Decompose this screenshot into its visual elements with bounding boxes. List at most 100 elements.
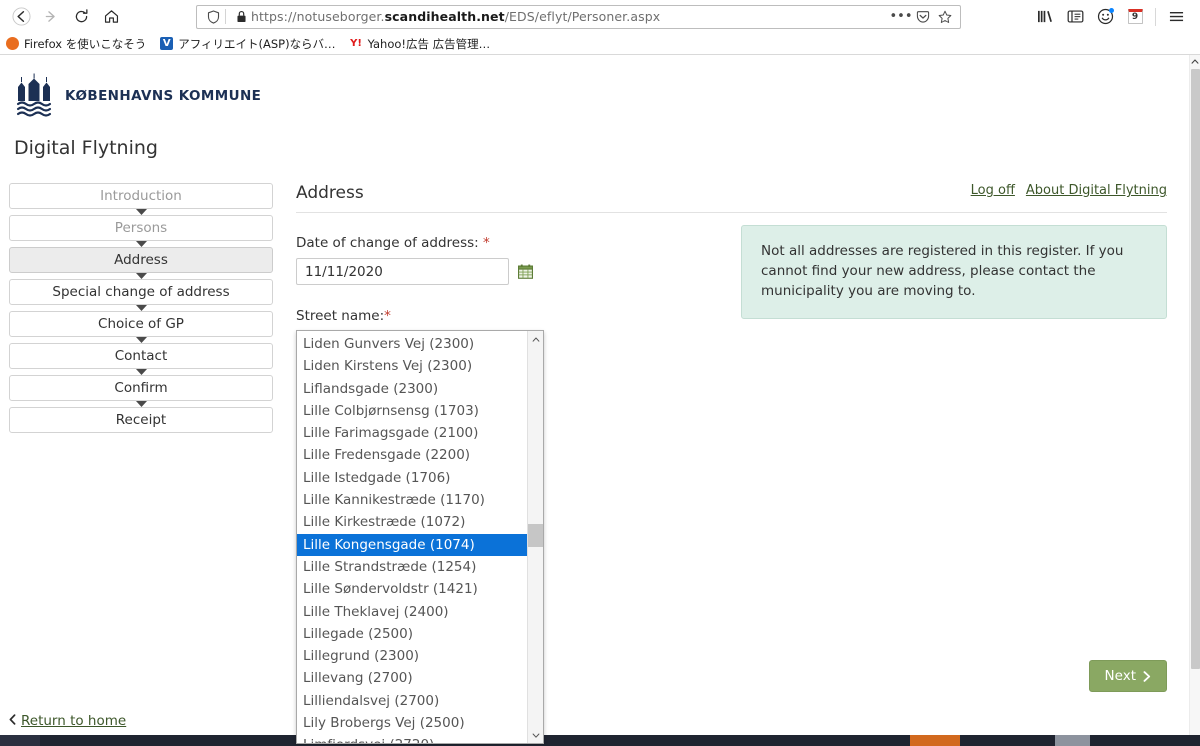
- reload-button[interactable]: [66, 3, 96, 31]
- page-viewport: KØBENHAVNS KOMMUNE Digital Flytning Log …: [0, 55, 1200, 745]
- heading-divider: [296, 212, 1167, 213]
- page-title: Digital Flytning: [14, 137, 158, 159]
- taskbar-clock[interactable]: [1090, 735, 1200, 746]
- step-label: Confirm: [114, 380, 168, 396]
- bookmark-label: Yahoo!広告 広告管理…: [367, 36, 491, 51]
- list-item[interactable]: Lillegade (2500): [297, 623, 527, 645]
- list-item[interactable]: Lille Colbjørnsensg (1703): [297, 400, 527, 422]
- back-button[interactable]: [6, 3, 36, 31]
- app-menu-icon[interactable]: [1162, 3, 1190, 31]
- sidebar-item-special-change-of-address[interactable]: Special change of address: [9, 279, 273, 305]
- bookmark-item-yahoo[interactable]: Y! Yahoo!広告 広告管理…: [350, 36, 491, 52]
- next-button[interactable]: Next: [1088, 660, 1167, 692]
- sidebar-item-choice-of-gp[interactable]: Choice of GP: [9, 311, 273, 337]
- address-bar[interactable]: https://notuseborger.scandihealth.net/ED…: [196, 4, 961, 29]
- bookmark-item-firefox[interactable]: Firefox を使いこなそう: [6, 36, 146, 52]
- step-label: Choice of GP: [98, 316, 184, 332]
- dropdown-scrollbar-thumb[interactable]: [528, 524, 543, 547]
- sidebar-item-persons[interactable]: Persons: [9, 215, 273, 241]
- date-label-text: Date of change of address:: [296, 235, 479, 251]
- street-name-dropdown-list[interactable]: Liden Gunvers Vej (2300) Liden Kirstens …: [296, 330, 544, 744]
- step-label: Introduction: [100, 188, 182, 204]
- yahoo-icon: Y!: [350, 38, 362, 49]
- web-page: KØBENHAVNS KOMMUNE Digital Flytning Log …: [0, 55, 1189, 745]
- list-item[interactable]: Lille Søndervoldstr (1421): [297, 578, 527, 600]
- page-scrollbar[interactable]: [1189, 55, 1200, 745]
- bookmark-item-valuecommerce[interactable]: V アフィリエイト(ASP)ならバ…: [160, 36, 336, 52]
- taskbar-start-button[interactable]: [0, 735, 40, 746]
- info-message-box: Not all addresses are registered in this…: [741, 225, 1167, 319]
- site-header: KØBENHAVNS KOMMUNE Digital Flytning: [0, 55, 1189, 159]
- step-label: Address: [114, 252, 168, 268]
- pocket-icon[interactable]: [912, 7, 934, 27]
- sidebar-item-introduction[interactable]: Introduction: [9, 183, 273, 209]
- chevron-down-icon[interactable]: [528, 727, 543, 743]
- list-item[interactable]: Liden Gunvers Vej (2300): [297, 333, 527, 355]
- list-item[interactable]: Liden Kirstens Vej (2300): [297, 355, 527, 377]
- street-label-text: Street name:: [296, 308, 385, 324]
- section-heading: Address: [296, 183, 364, 203]
- tracking-protection-shield-icon[interactable]: [203, 7, 223, 27]
- list-item[interactable]: Lille Kannikestræde (1170): [297, 489, 527, 511]
- sidebar-item-address[interactable]: Address: [9, 247, 273, 273]
- page-scrollbar-thumb[interactable]: [1191, 69, 1200, 669]
- step-label: Receipt: [115, 412, 167, 428]
- list-item[interactable]: Lille Fredensgade (2200): [297, 444, 527, 466]
- list-item[interactable]: Limfjordsvej (2720): [297, 734, 527, 743]
- next-button-label: Next: [1104, 668, 1136, 684]
- bookmark-label: アフィリエイト(ASP)ならバ…: [178, 36, 336, 51]
- list-item[interactable]: Lille Farimagsgade (2100): [297, 422, 527, 444]
- date-field-row: [296, 258, 720, 285]
- dropdown-scrollbar[interactable]: [527, 331, 543, 743]
- required-marker: *: [384, 308, 391, 324]
- account-icon[interactable]: [1091, 3, 1119, 31]
- url-text: https://notuseborger.scandihealth.net/ED…: [251, 9, 661, 24]
- chevron-left-icon: [9, 714, 16, 728]
- os-taskbar[interactable]: [0, 735, 1200, 746]
- chevron-up-icon[interactable]: [528, 331, 543, 347]
- sidebar-item-contact[interactable]: Contact: [9, 343, 273, 369]
- list-item[interactable]: Liflandsgade (2300): [297, 378, 527, 400]
- bookmarks-toolbar: Firefox を使いこなそう V アフィリエイト(ASP)ならバ… Y! Ya…: [0, 33, 1200, 55]
- bookmark-star-icon[interactable]: [934, 7, 956, 27]
- required-marker: *: [483, 235, 490, 251]
- home-button[interactable]: [96, 3, 126, 31]
- list-item[interactable]: Lille Theklavej (2400): [297, 601, 527, 623]
- calendar-icon[interactable]: [518, 264, 533, 279]
- browser-nav-toolbar: https://notuseborger.scandihealth.net/ED…: [0, 0, 1200, 33]
- taskbar-tray[interactable]: [1055, 735, 1090, 746]
- list-item[interactable]: Lille Strandstræde (1254): [297, 556, 527, 578]
- padlock-icon[interactable]: [231, 7, 251, 27]
- sidebar-icon[interactable]: [1061, 3, 1089, 31]
- return-to-home-link[interactable]: Return to home: [21, 713, 126, 729]
- step-label: Persons: [114, 220, 168, 236]
- firefox-icon: [6, 37, 19, 50]
- taskbar-spacer: [960, 735, 1055, 746]
- list-item[interactable]: Lillevang (2700): [297, 667, 527, 689]
- scroll-up-icon[interactable]: [1190, 55, 1200, 68]
- library-icon[interactable]: [1031, 3, 1059, 31]
- list-item[interactable]: Lily Brobergs Vej (2500): [297, 712, 527, 734]
- list-item[interactable]: Lillegrund (2300): [297, 645, 527, 667]
- forward-button[interactable]: [36, 3, 66, 31]
- content-panel: Address Date of change of address: * 11/…: [290, 183, 1189, 744]
- date-of-change-input[interactable]: [296, 258, 509, 285]
- urlbar-separator: [225, 9, 226, 24]
- site-logo[interactable]: KØBENHAVNS KOMMUNE: [14, 73, 1189, 119]
- taskbar-active-app[interactable]: [910, 735, 960, 746]
- list-item[interactable]: Lille Kirkestræde (1072): [297, 511, 527, 533]
- return-to-home[interactable]: Return to home: [9, 713, 126, 729]
- list-item[interactable]: Lilliendalsvej (2700): [297, 690, 527, 712]
- dropdown-options-container: Liden Gunvers Vej (2300) Liden Kirstens …: [297, 331, 527, 743]
- list-item-selected[interactable]: Lille Kongensgade (1074): [297, 533, 527, 556]
- extension-icon[interactable]: 9: [1121, 3, 1149, 31]
- sidebar-item-confirm[interactable]: Confirm: [9, 375, 273, 401]
- browser-chrome: https://notuseborger.scandihealth.net/ED…: [0, 0, 1200, 55]
- bookmark-label: Firefox を使いこなそう: [24, 36, 147, 51]
- page-actions-ellipsis-icon[interactable]: •••: [890, 7, 913, 27]
- chevron-right-icon: [1143, 670, 1151, 682]
- list-item[interactable]: Lille Istedgade (1706): [297, 467, 527, 489]
- sidebar-item-receipt[interactable]: Receipt: [9, 407, 273, 433]
- urlbar-container: https://notuseborger.scandihealth.net/ED…: [126, 4, 1031, 29]
- site-logo-text: KØBENHAVNS KOMMUNE: [65, 88, 262, 104]
